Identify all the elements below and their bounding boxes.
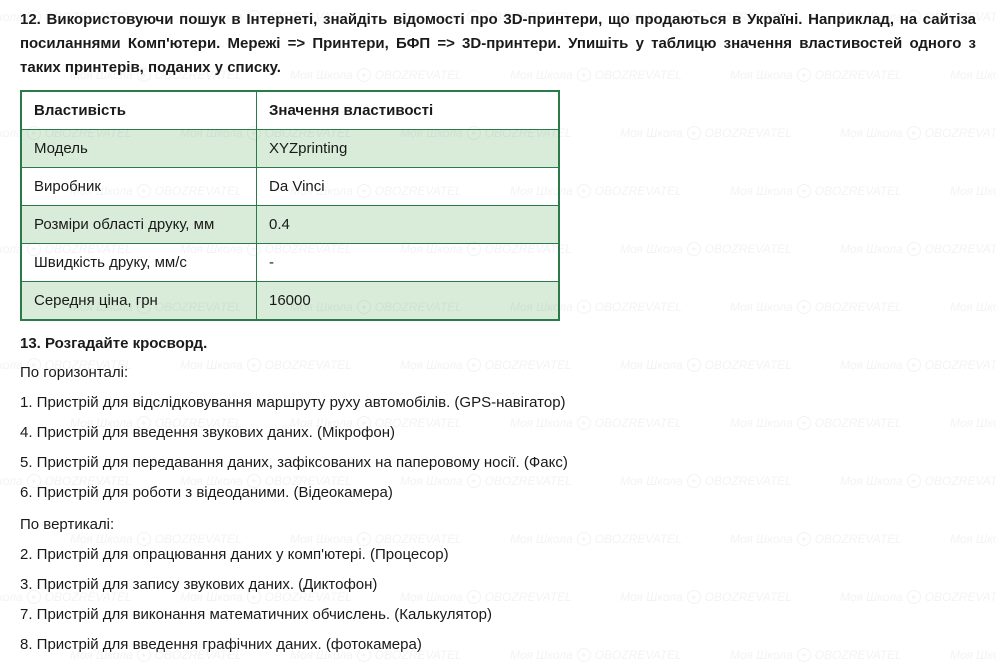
watermark-item: Моя Школа✦OBOZREVATEL [840, 126, 996, 140]
watermark-item: Моя Школа✦OBOZREVATEL [620, 242, 792, 256]
cell-val: - [257, 244, 559, 282]
properties-table-wrapper: Властивість Значення властивості Модель … [20, 90, 560, 321]
horizontal-heading: По горизонталі: [20, 358, 976, 388]
cell-prop: Розміри області друку, мм [22, 206, 257, 244]
cell-prop: Швидкість друку, мм/с [22, 244, 257, 282]
vertical-heading: По вертикалі: [20, 510, 976, 540]
crossword-clue: 1. Пристрій для відслідковування маршрут… [20, 388, 976, 418]
cell-prop: Середня ціна, грн [22, 282, 257, 320]
crossword-clue: 4. Пристрій для введення звукових даних.… [20, 418, 976, 448]
task-13-header: 13. Розгадайте кросворд. [20, 335, 976, 352]
crossword-clue: 7. Пристрій для виконання математичних о… [20, 600, 976, 630]
watermark-item: Моя Школа✦OBOZREVATEL [950, 300, 996, 314]
crossword-clue: 3. Пристрій для запису звукових даних. (… [20, 570, 976, 600]
properties-table: Властивість Значення властивості Модель … [21, 91, 559, 320]
header-property: Властивість [22, 92, 257, 130]
cell-prop: Виробник [22, 168, 257, 206]
cell-val: XYZprinting [257, 130, 559, 168]
cell-val: 16000 [257, 282, 559, 320]
watermark-item: Моя Школа✦OBOZREVATEL [730, 300, 902, 314]
watermark-item: Моя Школа✦OBOZREVATEL [730, 184, 902, 198]
watermark-item: Моя Школа✦OBOZREVATEL [950, 184, 996, 198]
table-row: Модель XYZprinting [22, 130, 559, 168]
cell-val: Da Vinci [257, 168, 559, 206]
header-value: Значення властивості [257, 92, 559, 130]
crossword-clue: 8. Пристрій для введення графічних даних… [20, 630, 976, 660]
crossword-clue: 6. Пристрій для роботи з відеоданими. (В… [20, 478, 976, 508]
cell-prop: Модель [22, 130, 257, 168]
table-row: Виробник Da Vinci [22, 168, 559, 206]
cell-val: 0.4 [257, 206, 559, 244]
crossword-section: По горизонталі: 1. Пристрій для відслідк… [20, 358, 976, 660]
watermark-item: Моя Школа✦OBOZREVATEL [840, 242, 996, 256]
table-row: Швидкість друку, мм/с - [22, 244, 559, 282]
task-12-header: 12. Використовуючи пошук в Інтернеті, зн… [20, 8, 976, 80]
crossword-clue: 5. Пристрій для передавання даних, зафік… [20, 448, 976, 478]
table-row: Розміри області друку, мм 0.4 [22, 206, 559, 244]
table-row: Середня ціна, грн 16000 [22, 282, 559, 320]
watermark-item: Моя Школа✦OBOZREVATEL [620, 126, 792, 140]
crossword-clue: 2. Пристрій для опрацювання даних у комп… [20, 540, 976, 570]
table-header-row: Властивість Значення властивості [22, 92, 559, 130]
